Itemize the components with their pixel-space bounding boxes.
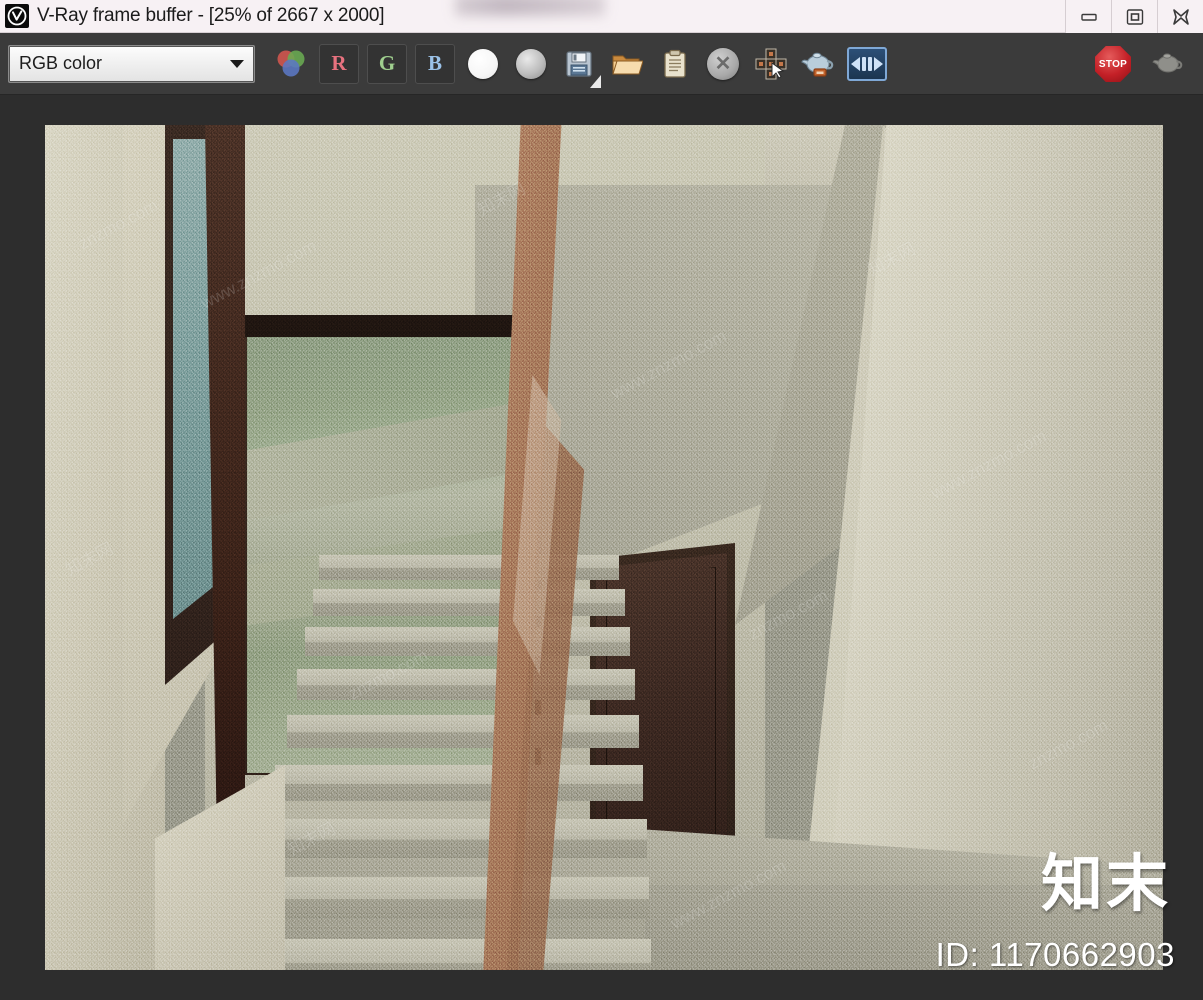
render-teapot-button[interactable] (1149, 44, 1189, 84)
rgb-channels-button[interactable] (271, 44, 311, 84)
gray-circle-icon (516, 48, 546, 79)
channel-select-value: RGB color (19, 53, 103, 73)
red-channel-label: R (331, 51, 347, 75)
stop-render-button[interactable]: STOP (1095, 46, 1131, 82)
minimize-button[interactable] (1065, 0, 1111, 33)
render-scene: znzmo.com知末网www.znzmo.comznzmo.com知末网www… (45, 125, 1163, 970)
toolbar: RGB color R G B ✕ STOP (0, 33, 1203, 95)
redacted-region (455, 0, 605, 16)
watermark-id: ID: 1170662903 (935, 936, 1175, 973)
copy-clipboard-button[interactable] (655, 44, 695, 84)
scene-staircase (233, 555, 651, 970)
save-dropdown-icon (590, 74, 601, 88)
vray-logo-icon (5, 4, 29, 28)
alpha-channel-button[interactable] (463, 44, 503, 84)
titlebar: V-Ray frame buffer - [25% of 2667 x 2000… (0, 0, 1203, 33)
mono-channel-button[interactable] (511, 44, 551, 84)
close-icon (1172, 8, 1189, 25)
ab-compare-icon (847, 46, 887, 81)
watermark-brand: 知末 (1040, 850, 1171, 919)
region-cross-icon (755, 48, 787, 79)
teapot-icon (801, 52, 834, 77)
clipboard-icon (664, 49, 686, 78)
stair-step (297, 669, 635, 700)
ab-compare-button[interactable] (847, 44, 887, 84)
window-controls (1065, 0, 1203, 33)
toolbar-right-group: STOP (1095, 33, 1193, 95)
channel-select[interactable]: RGB color (8, 44, 255, 83)
save-image-button[interactable] (559, 44, 601, 88)
blue-channel-label: B (427, 51, 442, 75)
render-canvas-area[interactable]: znzmo.com知末网www.znzmo.comznzmo.com知末网www… (0, 95, 1203, 1000)
green-channel-label: G (378, 51, 396, 75)
rgb-venn-icon (277, 50, 305, 76)
green-channel-button[interactable]: G (367, 43, 407, 84)
clear-image-button[interactable]: ✕ (703, 44, 743, 84)
chevron-down-icon (224, 46, 250, 82)
stair-step (263, 819, 647, 858)
stair-step (233, 939, 651, 970)
rendered-image[interactable]: znzmo.com知末网www.znzmo.comznzmo.com知末网www… (45, 125, 1163, 970)
folder-open-icon (612, 55, 643, 74)
teapot-gray-icon (1152, 53, 1183, 73)
stair-step (313, 589, 625, 616)
stair-step (249, 877, 649, 919)
region-render-button[interactable] (751, 44, 791, 84)
blue-channel-button[interactable]: B (415, 43, 455, 84)
vray-frame-buffer-window: V-Ray frame buffer - [25% of 2667 x 2000… (0, 0, 1203, 1000)
restore-icon (1126, 8, 1143, 25)
stair-step (305, 627, 630, 656)
render-last-button[interactable] (799, 44, 839, 84)
white-circle-icon (468, 48, 498, 79)
open-image-button[interactable] (607, 44, 647, 84)
restore-button[interactable] (1111, 0, 1157, 33)
stair-step (275, 765, 643, 801)
clear-x-circle-icon: ✕ (707, 47, 739, 80)
stair-step (287, 715, 639, 748)
minimize-icon (1080, 13, 1097, 21)
scene-opening-lintel (241, 315, 541, 337)
window-title: V-Ray frame buffer - [25% of 2667 x 2000… (37, 5, 385, 26)
close-button[interactable] (1157, 0, 1203, 33)
red-channel-button[interactable]: R (319, 43, 359, 84)
